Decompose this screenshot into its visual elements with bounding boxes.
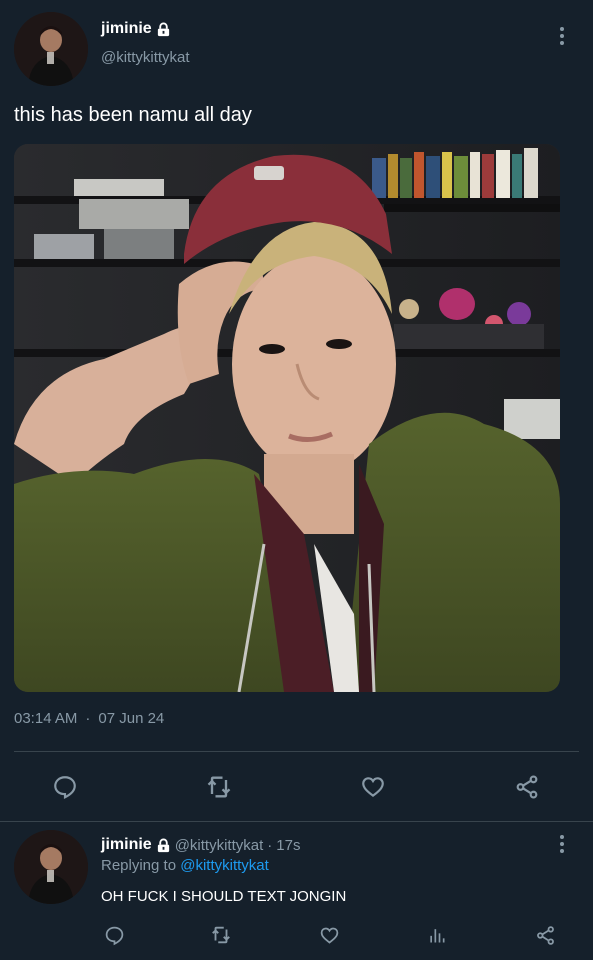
analytics-icon[interactable] [424, 922, 450, 948]
tweet-time: 03:14 AM [14, 710, 78, 727]
share-icon[interactable] [510, 770, 544, 804]
reply-icon[interactable] [48, 770, 82, 804]
reply-heart-icon[interactable] [316, 922, 342, 948]
photo-illustration [14, 144, 560, 692]
tweet-text: this has been namu all day [14, 104, 252, 126]
reply-author-name-text: jiminie [101, 836, 152, 853]
reply-text: OH FUCK I SHOULD TEXT JONGIN [101, 888, 347, 905]
author-name-text: jiminie [101, 20, 152, 37]
replying-to-prefix: Replying to [101, 857, 177, 874]
meta-separator: · [85, 710, 91, 727]
author-avatar[interactable] [14, 12, 88, 86]
reply-more-vertical-icon[interactable] [552, 832, 572, 856]
retweet-icon[interactable] [202, 770, 236, 804]
reply-author-name[interactable]: jiminie [101, 836, 171, 854]
more-vertical-icon[interactable] [552, 24, 572, 48]
reply-separator: · [267, 836, 273, 854]
heart-icon[interactable] [356, 770, 390, 804]
replying-to-line: Replying to @kittykittykat [101, 857, 269, 874]
lock-icon [156, 838, 171, 853]
divider-top [14, 751, 579, 752]
divider-bottom [0, 821, 593, 822]
lock-icon [156, 22, 171, 37]
reply-age: 17s [276, 836, 301, 854]
author-handle[interactable]: @kittykittykat [101, 49, 190, 66]
reply-retweet-icon[interactable] [208, 922, 234, 948]
replying-to-mention[interactable]: @kittykittykat [180, 857, 269, 874]
tweet-timestamp[interactable]: 03:14 AM · 07 Jun 24 [14, 710, 164, 727]
tweet-date: 07 Jun 24 [98, 710, 165, 727]
reply-author-handle[interactable]: @kittykittykat [175, 837, 264, 854]
reply-reply-icon[interactable] [101, 922, 127, 948]
author-name[interactable]: jiminie [101, 20, 171, 38]
reply-header: jiminie @kittykittykat · 17s [101, 836, 300, 854]
tweet-photo[interactable] [14, 144, 560, 692]
reply-author-avatar[interactable] [14, 830, 88, 904]
reply-share-icon[interactable] [532, 922, 558, 948]
